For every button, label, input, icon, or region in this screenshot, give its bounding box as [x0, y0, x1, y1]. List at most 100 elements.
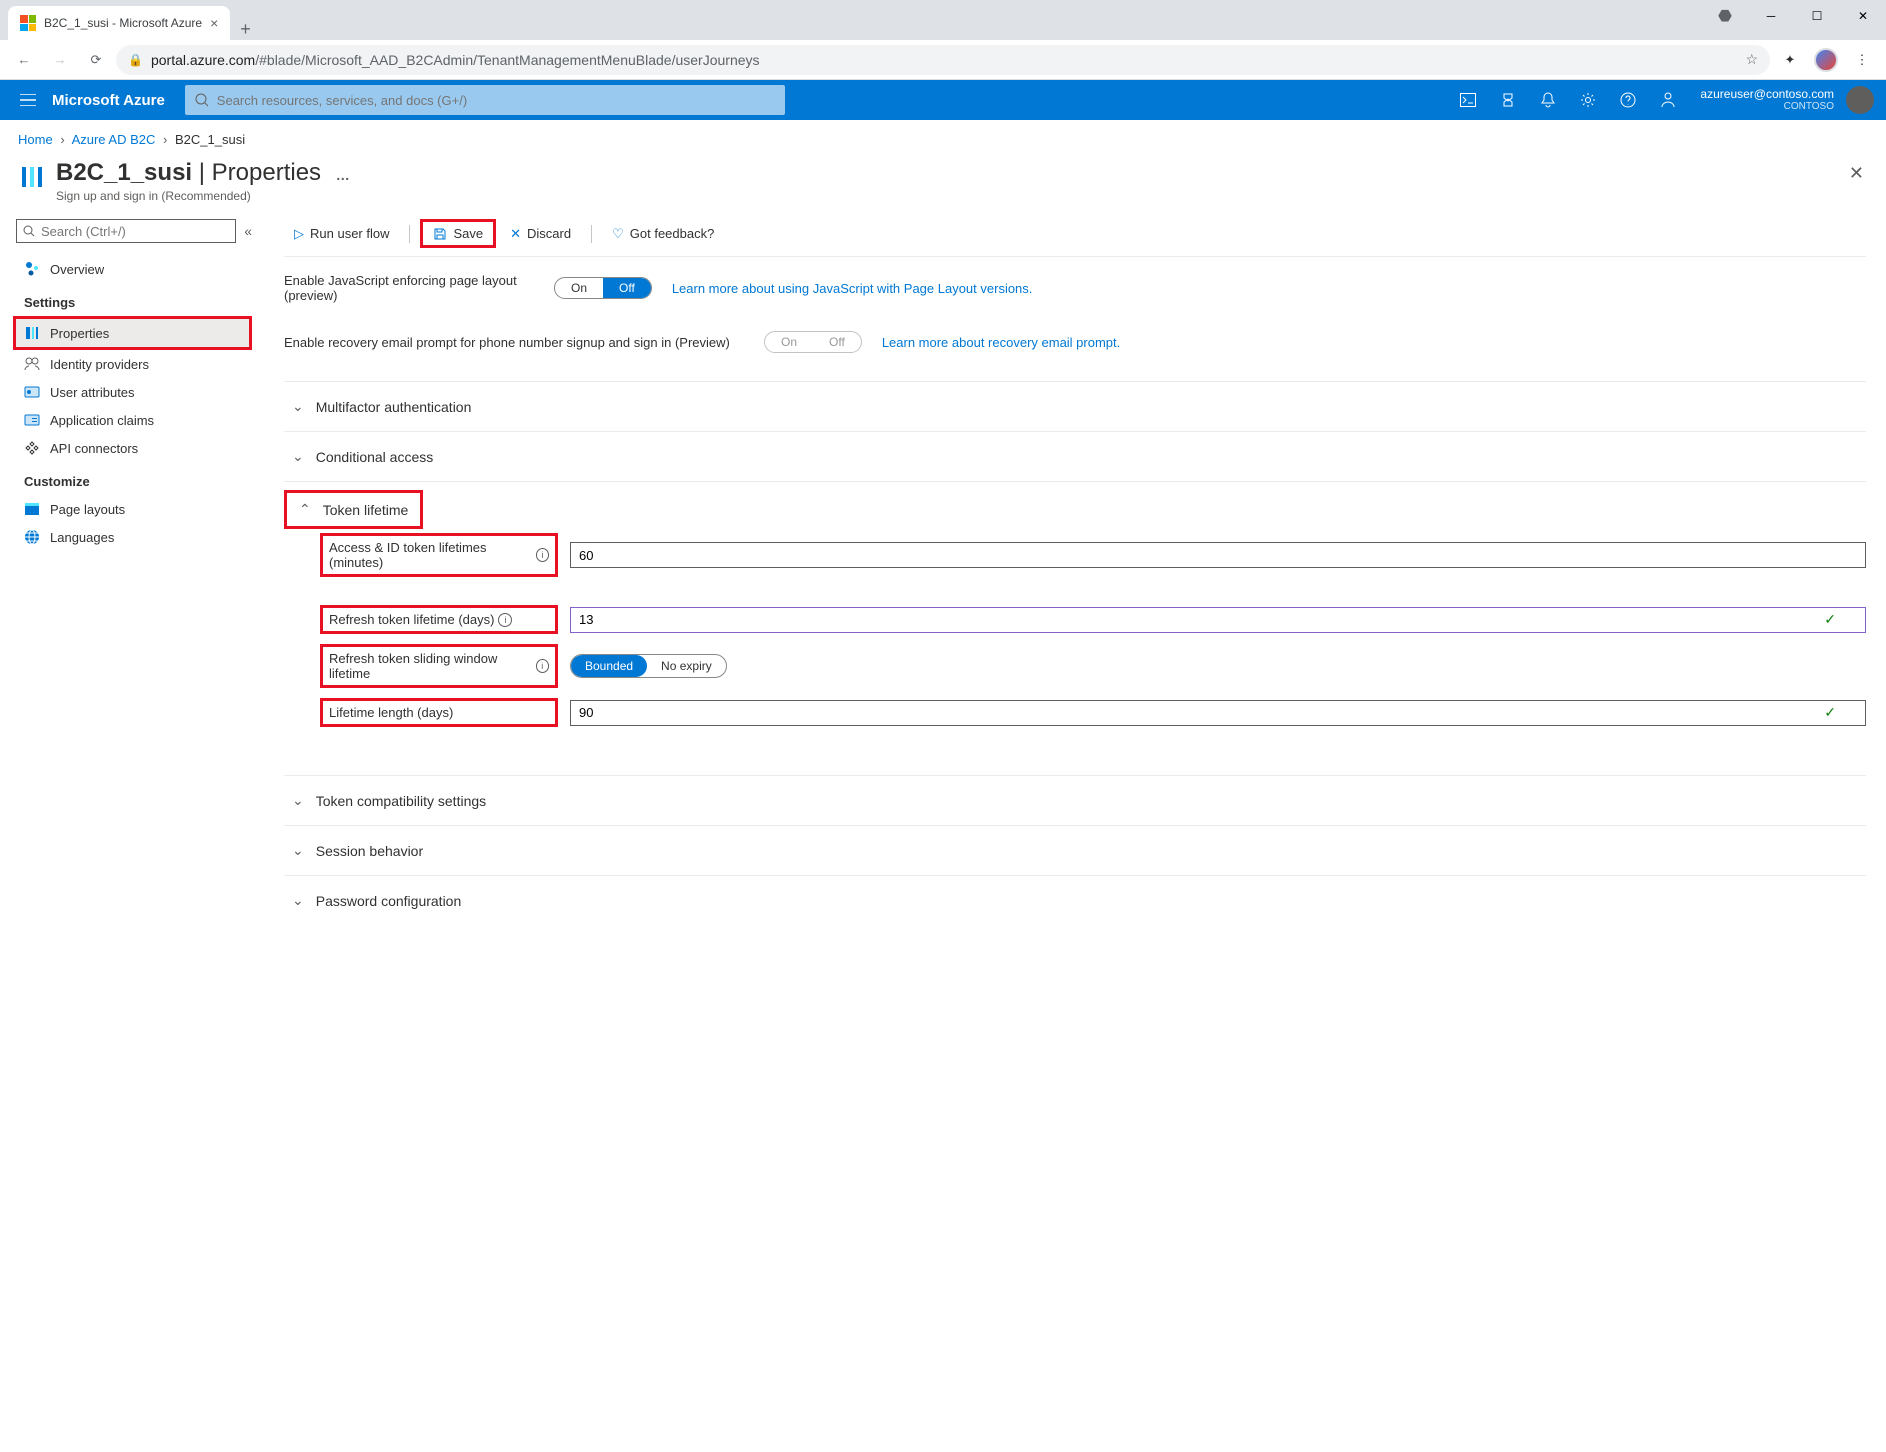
settings-icon[interactable] [1568, 80, 1608, 120]
save-button[interactable]: Save [423, 222, 493, 245]
label-lifetime-length: Lifetime length (days) [323, 701, 555, 724]
accordion-token-compatibility[interactable]: ⌄ Token compatibility settings [284, 776, 1866, 825]
info-icon[interactable]: i [536, 548, 549, 562]
tab-close-icon[interactable]: × [210, 15, 218, 31]
help-icon[interactable] [1608, 80, 1648, 120]
forward-button[interactable]: → [44, 44, 76, 76]
url-path: /#blade/Microsoft_AAD_B2CAdmin/TenantMan… [255, 52, 759, 68]
toggle-recovery: On Off [764, 331, 862, 353]
input-lifetime-length[interactable] [570, 700, 1866, 726]
input-access-token[interactable] [570, 542, 1866, 568]
close-window-button[interactable]: ✕ [1840, 0, 1886, 32]
sidebar-item-languages[interactable]: Languages [16, 523, 252, 551]
toggle-off[interactable]: Off [603, 278, 651, 298]
api-icon [24, 440, 40, 456]
user-avatar[interactable] [1846, 86, 1874, 114]
cloud-shell-icon[interactable] [1448, 80, 1488, 120]
address-bar[interactable]: 🔒 portal.azure.com/#blade/Microsoft_AAD_… [116, 45, 1770, 75]
sidebar-item-page-layouts[interactable]: Page layouts [16, 495, 252, 523]
sidebar-search[interactable] [16, 219, 236, 243]
breadcrumb-home[interactable]: Home [18, 132, 53, 147]
star-icon[interactable]: ☆ [1745, 51, 1758, 68]
sidebar-item-identity-providers[interactable]: Identity providers [16, 350, 252, 378]
search-icon [23, 225, 35, 237]
shield-icon[interactable]: ⬣ [1702, 0, 1748, 32]
setting-recovery-email: Enable recovery email prompt for phone n… [284, 331, 1866, 353]
page-subtitle: Sign up and sign in (Recommended) [56, 189, 350, 203]
info-icon[interactable]: i [498, 613, 512, 627]
azure-top-bar: Microsoft Azure azureuser@contoso.com CO… [0, 80, 1886, 120]
browser-tab-strip: B2C_1_susi - Microsoft Azure × + ⬣ ─ ☐ ✕ [0, 0, 1886, 40]
attributes-icon [24, 384, 40, 400]
profile-avatar[interactable] [1810, 44, 1842, 76]
chevron-up-icon: ⌃ [299, 501, 311, 518]
toggle-javascript[interactable]: On Off [554, 277, 652, 299]
pill-sliding-window[interactable]: Bounded No expiry [570, 654, 727, 678]
feedback-icon[interactable] [1648, 80, 1688, 120]
breadcrumb-current: B2C_1_susi [175, 132, 245, 147]
sidebar-label: Page layouts [50, 502, 125, 517]
discard-button[interactable]: ✕ Discard [500, 222, 581, 246]
close-blade-button[interactable]: ✕ [1845, 159, 1868, 188]
save-icon [433, 227, 447, 241]
maximize-button[interactable]: ☐ [1794, 0, 1840, 32]
input-refresh-token[interactable] [570, 607, 1866, 633]
page-header: B2C_1_susi | Properties … Sign up and si… [0, 159, 1886, 219]
directories-icon[interactable] [1488, 80, 1528, 120]
accordion-token-lifetime[interactable]: ⌃ Token lifetime [287, 493, 420, 526]
back-button[interactable]: ← [8, 44, 40, 76]
new-tab-button[interactable]: + [230, 19, 261, 40]
hamburger-menu[interactable] [12, 94, 44, 106]
accordion-session-behavior[interactable]: ⌄ Session behavior [284, 826, 1866, 875]
breadcrumb-b2c[interactable]: Azure AD B2C [72, 132, 156, 147]
identity-icon [24, 356, 40, 372]
sidebar-label: Languages [50, 530, 114, 545]
sidebar-item-user-attributes[interactable]: User attributes [16, 378, 252, 406]
label-sliding-window: Refresh token sliding window lifetime i [323, 647, 555, 685]
extensions-icon[interactable]: ✦ [1774, 44, 1806, 76]
minimize-button[interactable]: ─ [1748, 0, 1794, 32]
chevron-down-icon: ⌄ [292, 892, 304, 909]
azure-user-info[interactable]: azureuser@contoso.com CONTOSO [1688, 87, 1846, 113]
feedback-button[interactable]: ♡ Got feedback? [602, 222, 724, 246]
sidebar-label: User attributes [50, 385, 135, 400]
label-refresh-token: Refresh token lifetime (days) i [323, 608, 555, 631]
sidebar-item-application-claims[interactable]: Application claims [16, 406, 252, 434]
pill-no-expiry[interactable]: No expiry [647, 655, 726, 677]
layouts-icon [24, 501, 40, 517]
sidebar-search-input[interactable] [41, 224, 229, 239]
azure-logo[interactable]: Microsoft Azure [44, 92, 185, 109]
pill-bounded[interactable]: Bounded [571, 655, 647, 677]
run-user-flow-button[interactable]: ▷ Run user flow [284, 222, 399, 246]
label-access-token: Access & ID token lifetimes (minutes) i [323, 536, 555, 574]
browser-menu-icon[interactable]: ⋮ [1846, 44, 1878, 76]
browser-tab[interactable]: B2C_1_susi - Microsoft Azure × [8, 6, 230, 40]
breadcrumb: Home › Azure AD B2C › B2C_1_susi [0, 120, 1886, 159]
azure-search-input[interactable] [217, 93, 775, 108]
accordion-password-configuration[interactable]: ⌄ Password configuration [284, 876, 1866, 925]
accordion-mfa[interactable]: ⌄ Multifactor authentication [284, 382, 1866, 431]
tenant-name: CONTOSO [1700, 101, 1834, 113]
check-icon: ✓ [1824, 704, 1836, 721]
sidebar-label: Identity providers [50, 357, 149, 372]
collapse-sidebar-icon[interactable]: « [244, 223, 252, 239]
azure-search-box[interactable] [185, 85, 785, 115]
accordion-conditional-access[interactable]: ⌄ Conditional access [284, 432, 1866, 481]
sidebar-item-api-connectors[interactable]: API connectors [16, 434, 252, 462]
token-lifetime-body: Access & ID token lifetimes (minutes) i … [284, 533, 1866, 775]
content-area: ▷ Run user flow Save ✕ Discard ♡ Got fee… [260, 219, 1886, 1452]
heart-icon: ♡ [612, 226, 624, 242]
user-flow-icon [18, 163, 46, 191]
sidebar-item-properties[interactable]: Properties [16, 319, 249, 347]
sidebar-item-overview[interactable]: Overview [16, 255, 252, 283]
link-javascript-learn-more[interactable]: Learn more about using JavaScript with P… [672, 281, 1033, 296]
setting-label: Enable JavaScript enforcing page layout … [284, 273, 534, 303]
browser-toolbar: ← → ⟳ 🔒 portal.azure.com/#blade/Microsof… [0, 40, 1886, 80]
reload-button[interactable]: ⟳ [80, 44, 112, 76]
notifications-icon[interactable] [1528, 80, 1568, 120]
link-recovery-learn-more[interactable]: Learn more about recovery email prompt. [882, 335, 1120, 350]
info-icon[interactable]: i [536, 659, 549, 673]
toggle-on[interactable]: On [555, 278, 603, 298]
discard-icon: ✕ [510, 226, 521, 242]
properties-icon [24, 325, 40, 341]
